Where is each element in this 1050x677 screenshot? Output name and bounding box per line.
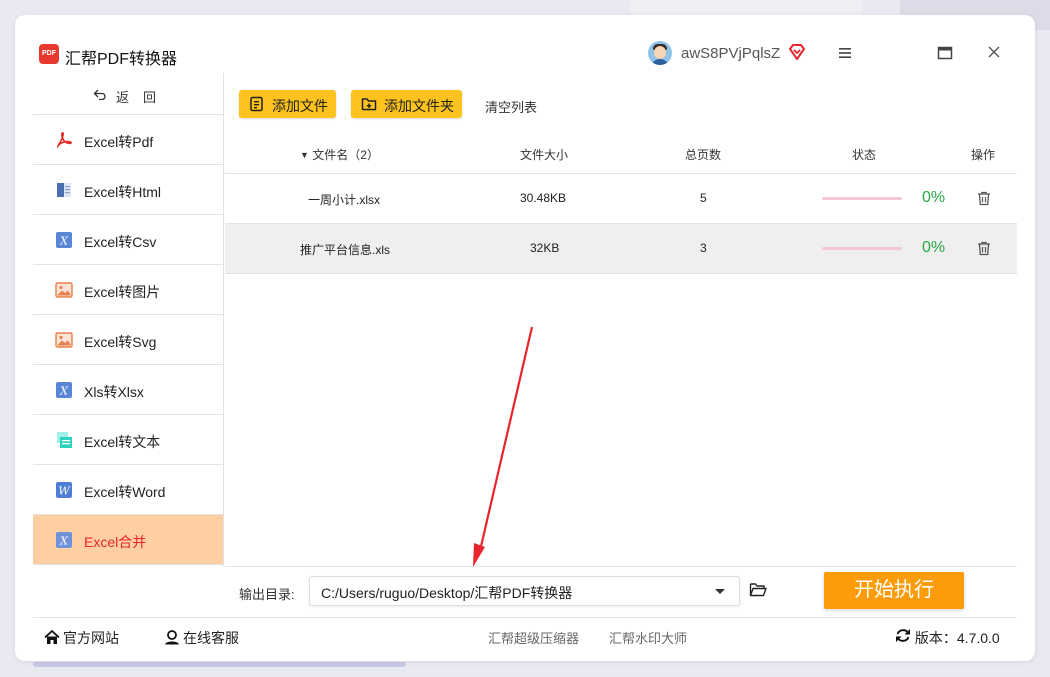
app-title: 汇帮PDF转换器 (65, 51, 178, 68)
background-bar (33, 662, 406, 667)
table-row[interactable]: 推广平台信息.xls 32KB 3 0% (225, 224, 1017, 274)
column-header-name[interactable]: ▼ 文件名（2） (300, 146, 379, 163)
page-count: 5 (700, 191, 707, 205)
app-window: PDF 汇帮PDF转换器 awS8PVjPqlsZ 返回 Excel转Pdf E… (15, 15, 1035, 661)
background-shape (630, 0, 862, 16)
excel-icon: X (56, 532, 72, 548)
back-button[interactable]: 返回 (33, 73, 223, 115)
svg-text:X: X (59, 385, 69, 398)
output-dir-value: C:/Users/ruguo/Desktop/汇帮PDF转换器 (321, 585, 573, 601)
sidebar-item-xls-to-xlsx[interactable]: X Xls转Xlsx (33, 365, 223, 415)
add-file-icon (250, 96, 263, 112)
pdf-icon (57, 132, 72, 149)
maximize-icon[interactable] (937, 46, 953, 60)
column-header-pages: 总页数 (685, 148, 722, 162)
svg-text:X: X (59, 235, 69, 248)
version-info[interactable]: 版本：4.7.0.0 (895, 628, 1000, 648)
svg-text:W: W (58, 485, 71, 498)
add-folder-button[interactable]: 添加文件夹 (351, 90, 462, 118)
online-service-link[interactable]: 在线客服 (164, 628, 239, 648)
official-site-link[interactable]: 官方网站 (44, 628, 119, 648)
page-count: 3 (700, 241, 707, 255)
sort-down-icon: ▼ (300, 150, 309, 160)
browse-folder-icon[interactable] (749, 582, 767, 597)
progress-percent: 0% (922, 189, 946, 206)
user-service-icon (165, 630, 179, 645)
output-dir-select[interactable]: C:/Users/ruguo/Desktop/汇帮PDF转换器 (309, 576, 740, 606)
vip-diamond-icon[interactable] (788, 43, 806, 61)
start-button[interactable]: 开始执行 (824, 572, 964, 609)
sidebar-item-excel-to-word[interactable]: W Excel转Word (33, 465, 223, 515)
file-name: 推广平台信息.xls (300, 243, 391, 257)
output-dir-label: 输出目录: (239, 587, 295, 602)
sidebar: 返回 Excel转Pdf Excel转Html X Excel转Csv Exce… (33, 73, 224, 566)
html-icon (57, 183, 71, 197)
file-name: 一周小计.xlsx (308, 193, 381, 207)
table-row[interactable]: 一周小计.xlsx 30.48KB 5 0% (225, 174, 1017, 224)
sidebar-item-excel-to-html[interactable]: Excel转Html (33, 165, 223, 215)
divider (225, 566, 1017, 567)
file-size: 32KB (530, 241, 560, 255)
image-icon (55, 282, 73, 298)
title-bar: PDF 汇帮PDF转换器 awS8PVjPqlsZ (15, 15, 1035, 73)
excel-icon: X (56, 382, 72, 398)
sidebar-item-excel-to-svg[interactable]: Excel转Svg (33, 315, 223, 365)
close-icon[interactable] (987, 45, 1001, 59)
back-label: 返回 (116, 90, 171, 105)
app-logo-icon: PDF (39, 44, 59, 64)
menu-icon[interactable] (837, 46, 853, 60)
column-header-status: 状态 (852, 148, 877, 162)
file-table-header: ▼ 文件名（2） 文件大小 总页数 状态 操作 (225, 138, 1017, 174)
status-bar: 官方网站 在线客服 汇帮超级压缩器 汇帮水印大师 版本：4.7.0.0 (33, 617, 1017, 654)
text-icon (57, 432, 72, 448)
progress-bar (822, 247, 902, 250)
username[interactable]: awS8PVjPqlsZ (681, 45, 780, 62)
progress-bar (822, 197, 902, 200)
add-file-button[interactable]: 添加文件 (239, 90, 336, 118)
back-arrow-icon (93, 89, 106, 100)
sidebar-item-excel-to-text[interactable]: Excel转文本 (33, 415, 223, 465)
add-folder-icon (361, 98, 377, 111)
sidebar-item-excel-to-image[interactable]: Excel转图片 (33, 265, 223, 315)
sidebar-item-excel-to-csv[interactable]: X Excel转Csv (33, 215, 223, 265)
column-header-size: 文件大小 (520, 148, 569, 162)
word-icon: W (56, 482, 72, 498)
image-icon (55, 332, 73, 348)
sidebar-item-excel-merge[interactable]: X Excel合并 (33, 515, 223, 565)
sidebar-item-excel-to-pdf[interactable]: Excel转Pdf (33, 115, 223, 165)
column-header-action: 操作 (971, 148, 996, 162)
watermark-link[interactable]: 汇帮水印大师 (609, 628, 687, 647)
delete-icon[interactable] (977, 191, 991, 206)
delete-icon[interactable] (977, 241, 991, 256)
compressor-link[interactable]: 汇帮超级压缩器 (488, 628, 579, 647)
file-size: 30.48KB (520, 191, 567, 205)
chevron-down-icon (715, 589, 725, 594)
home-icon (44, 629, 60, 644)
refresh-icon (896, 629, 910, 642)
clear-list-button[interactable]: 清空列表 (485, 97, 537, 116)
excel-icon: X (56, 232, 72, 248)
progress-percent: 0% (922, 239, 946, 256)
user-avatar[interactable] (648, 41, 672, 65)
svg-text:X: X (59, 535, 69, 548)
